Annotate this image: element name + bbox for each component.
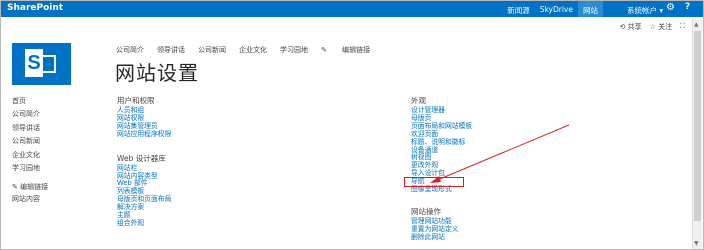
annotation-arrow-line bbox=[434, 124, 570, 182]
annotation-arrow-head bbox=[430, 176, 441, 183]
browser-frame: SharePoint 新闻源 SkyDrive 网站 系统帐户 ▾ ⚙ ? ⟲ … bbox=[0, 0, 704, 250]
annotation-arrow-icon bbox=[430, 124, 570, 183]
